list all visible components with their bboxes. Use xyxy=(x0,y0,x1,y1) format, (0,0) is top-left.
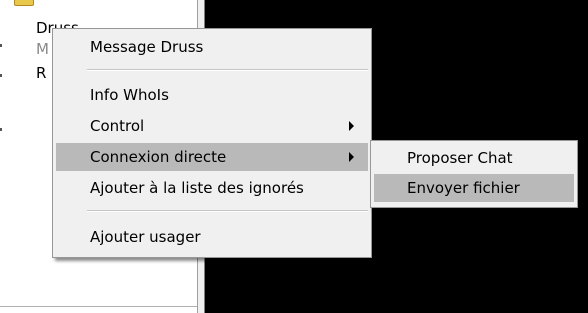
chevron-right-icon xyxy=(349,152,354,162)
menu-item-label: Ajouter à la liste des ignorés xyxy=(90,179,304,197)
tree-item-r[interactable]: R xyxy=(36,64,46,82)
submenu-item-envoyer-fichier[interactable]: Envoyer fichier xyxy=(374,174,574,202)
menu-item-info-whois[interactable]: Info WhoIs xyxy=(56,81,368,109)
menu-item-control[interactable]: Control xyxy=(56,112,368,140)
menu-item-message-druss[interactable]: Message Druss xyxy=(56,33,368,61)
menu-item-label: Control xyxy=(90,117,145,135)
menu-item-label: Message Druss xyxy=(90,38,204,56)
submenu-item-proposer-chat[interactable]: Proposer Chat xyxy=(374,144,574,172)
menu-item-ajouter-ignores[interactable]: Ajouter à la liste des ignorés xyxy=(56,174,368,202)
context-menu: Message Druss Info WhoIs Control Connexi… xyxy=(52,28,372,258)
folder-icon xyxy=(14,0,34,6)
left-edge xyxy=(0,0,4,313)
menu-item-label: Connexion directe xyxy=(90,148,227,166)
tree-item-m[interactable]: M xyxy=(36,40,49,58)
submenu: Proposer Chat Envoyer fichier xyxy=(370,140,578,208)
menu-separator xyxy=(87,210,368,212)
menu-item-label: Proposer Chat xyxy=(407,149,513,167)
menu-item-label: Envoyer fichier xyxy=(407,179,520,197)
menu-item-label: Info WhoIs xyxy=(90,86,169,104)
menu-item-ajouter-usager[interactable]: Ajouter usager xyxy=(56,223,368,251)
menu-item-label: Ajouter usager xyxy=(90,228,201,246)
menu-item-connexion-directe[interactable]: Connexion directe xyxy=(56,143,368,171)
chevron-right-icon xyxy=(349,121,354,131)
menu-separator xyxy=(87,69,368,71)
panel-bottom-border xyxy=(0,306,197,307)
